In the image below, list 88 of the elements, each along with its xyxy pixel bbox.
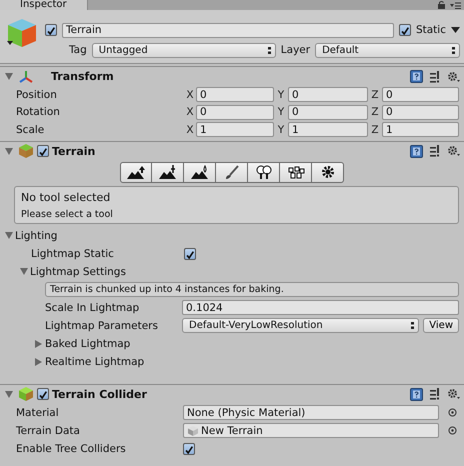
tool-button[interactable] bbox=[248, 162, 280, 182]
foldout-icon[interactable] bbox=[35, 340, 42, 348]
terrain-icon bbox=[18, 143, 34, 159]
property-label: Scale bbox=[16, 124, 46, 136]
layer-dropdown[interactable]: Default bbox=[315, 42, 460, 58]
checkbox[interactable] bbox=[45, 24, 57, 36]
tool-button[interactable] bbox=[152, 162, 184, 182]
number-field[interactable]: 0 bbox=[382, 87, 459, 102]
property-label: Scale In Lightmap bbox=[45, 302, 140, 314]
section-label[interactable]: Lighting bbox=[15, 230, 58, 242]
property-label: Rotation bbox=[16, 106, 61, 118]
number-field[interactable]: 0.1024 bbox=[182, 300, 459, 315]
axes-icon bbox=[18, 70, 34, 84]
settings-icon[interactable] bbox=[447, 145, 460, 157]
dropdown-icon[interactable] bbox=[451, 27, 460, 33]
message-text: Please select a tool bbox=[21, 208, 114, 220]
lock-icon[interactable] bbox=[437, 1, 446, 9]
section-label[interactable]: Lightmap Settings bbox=[30, 266, 126, 278]
number-field[interactable]: 1 bbox=[288, 122, 368, 138]
name-field[interactable]: Terrain bbox=[62, 22, 394, 38]
preset-icon[interactable] bbox=[429, 388, 441, 400]
object-field[interactable]: New Terrain bbox=[183, 423, 439, 438]
component-title[interactable]: Transform bbox=[51, 70, 114, 83]
checkbox[interactable] bbox=[37, 388, 49, 400]
number-field[interactable]: 0 bbox=[196, 87, 274, 102]
number-field[interactable]: 0 bbox=[196, 104, 274, 120]
menu-icon[interactable] bbox=[450, 1, 461, 9]
axis-label: Y bbox=[276, 88, 286, 101]
property-label: Enable Tree Colliders bbox=[16, 442, 127, 454]
axis-label: Y bbox=[276, 124, 286, 136]
layer-label: Layer bbox=[280, 44, 310, 56]
foldout-icon[interactable] bbox=[20, 268, 28, 275]
axis-label: X bbox=[185, 88, 195, 101]
view-button[interactable]: View bbox=[423, 318, 459, 333]
object-field[interactable]: None (Physic Material) bbox=[183, 405, 439, 420]
number-field[interactable]: 0 bbox=[288, 104, 368, 120]
message-title: No tool selected bbox=[21, 190, 112, 204]
foldout-icon[interactable] bbox=[5, 73, 13, 80]
preset-icon[interactable] bbox=[429, 70, 441, 82]
tool-button[interactable] bbox=[216, 162, 248, 182]
preset-icon[interactable] bbox=[429, 145, 441, 157]
section-label[interactable]: Realtime Lightmap bbox=[45, 356, 144, 368]
static-label: Static bbox=[416, 24, 446, 36]
property-label: Terrain Data bbox=[16, 424, 81, 436]
collider-icon bbox=[18, 386, 34, 402]
info-box: Terrain is chunked up into 4 instances for baking. bbox=[45, 282, 459, 297]
settings-icon[interactable] bbox=[447, 70, 460, 82]
number-field[interactable]: 1 bbox=[382, 122, 459, 138]
foldout-icon[interactable] bbox=[35, 358, 42, 366]
component-title[interactable]: Terrain bbox=[52, 144, 96, 158]
number-field[interactable]: 1 bbox=[196, 122, 274, 138]
settings-icon[interactable] bbox=[447, 388, 460, 400]
help-icon[interactable] bbox=[410, 70, 423, 83]
foldout-icon[interactable] bbox=[5, 232, 13, 239]
axis-label: Y bbox=[276, 106, 286, 118]
tool-button[interactable] bbox=[184, 162, 216, 182]
game-object-icon bbox=[5, 16, 39, 50]
checkbox[interactable] bbox=[398, 24, 411, 36]
tag-dropdown[interactable]: Untagged bbox=[92, 42, 276, 58]
mountain-icon bbox=[190, 165, 208, 179]
number-field[interactable]: 0 bbox=[382, 104, 459, 120]
axis-label: X bbox=[185, 106, 195, 118]
property-label: Material bbox=[16, 406, 60, 418]
checkbox[interactable] bbox=[184, 248, 196, 260]
asset-icon bbox=[187, 424, 199, 436]
property-label: Lightmap Static bbox=[31, 248, 115, 260]
tool-button[interactable] bbox=[120, 162, 152, 182]
mountain-icon bbox=[158, 165, 176, 179]
inspector-tab[interactable]: Inspector bbox=[0, 0, 88, 10]
tree-icon bbox=[254, 165, 272, 179]
mountain-icon bbox=[127, 165, 145, 179]
help-icon[interactable] bbox=[410, 144, 423, 158]
tool-button[interactable] bbox=[280, 162, 312, 182]
axis-label: Z bbox=[370, 88, 380, 101]
axis-label: Z bbox=[370, 106, 380, 118]
number-field[interactable]: 0 bbox=[288, 87, 368, 102]
tool-button[interactable] bbox=[312, 162, 344, 182]
checkbox[interactable] bbox=[183, 442, 195, 454]
parameters-dropdown[interactable]: Default-VeryLowResolution bbox=[182, 318, 420, 333]
help-icon[interactable] bbox=[410, 388, 423, 400]
component-title[interactable]: Terrain Collider bbox=[52, 388, 147, 400]
axis-label: Z bbox=[370, 124, 380, 136]
property-label: Lightmap Parameters bbox=[45, 320, 159, 332]
axis-label: X bbox=[185, 124, 195, 136]
property-label: Position bbox=[16, 88, 58, 101]
tag-label: Tag bbox=[69, 44, 87, 56]
checkbox[interactable] bbox=[37, 145, 49, 157]
section-label[interactable]: Baked Lightmap bbox=[45, 338, 130, 350]
